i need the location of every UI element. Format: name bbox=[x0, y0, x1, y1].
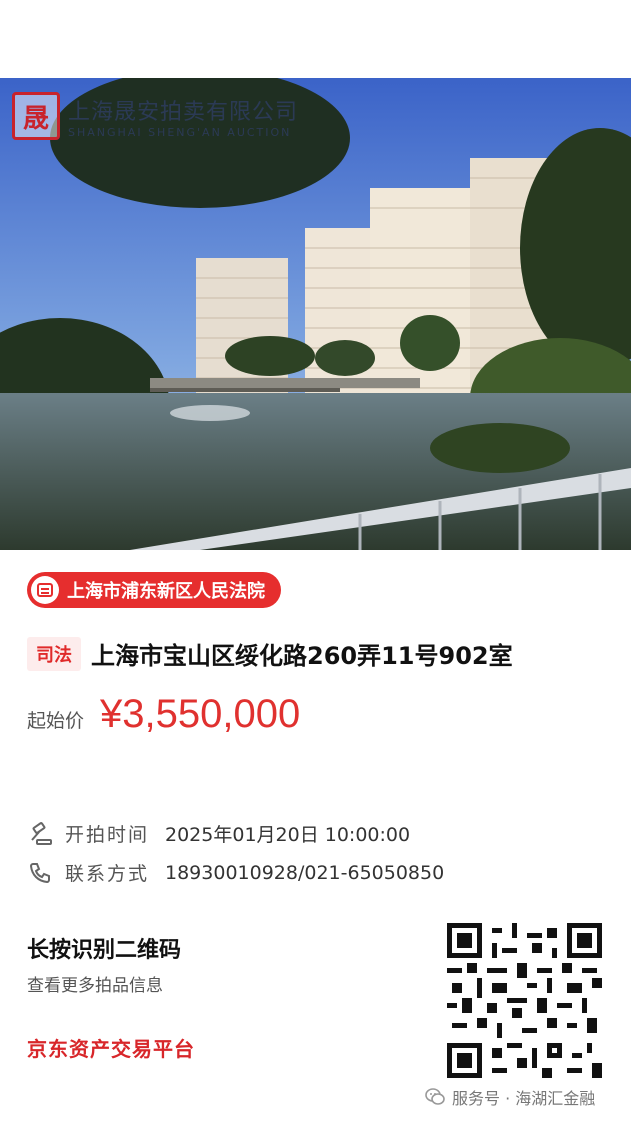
watermark-brand-cn: 上海晟安拍卖有限公司 bbox=[68, 99, 299, 125]
platform-name: 京东资产交易平台 bbox=[27, 1037, 195, 1061]
court-icon bbox=[31, 576, 59, 604]
footer-text: 服务号 · 海湖汇金融 bbox=[452, 1089, 596, 1108]
start-time-row: 开拍时间 2025年01月20日 10:00:00 bbox=[27, 820, 410, 847]
listing-address: 上海市宝山区绥化路260弄11号902室 bbox=[91, 642, 513, 670]
gavel-icon bbox=[31, 821, 52, 845]
court-badge: 上海市浦东新区人民法院 bbox=[27, 572, 281, 608]
watermark-brand-en: SHANGHAI SHENG'AN AUCTION bbox=[68, 125, 292, 139]
wechat-icon bbox=[425, 1088, 445, 1105]
contact-value: 18930010928/021-65050850 bbox=[165, 861, 445, 884]
starting-price: ¥3,550,000 bbox=[100, 692, 301, 736]
price-row: 起始价 ¥3,550,000 bbox=[27, 692, 300, 737]
property-photo bbox=[0, 78, 631, 550]
qr-title: 长按识别二维码 bbox=[27, 938, 182, 963]
phone-icon bbox=[29, 862, 50, 883]
start-time-value: 2025年01月20日 10:00:00 bbox=[165, 824, 411, 846]
auction-house-watermark: 晟 上海晟安拍卖有限公司 SHANGHAI SHENG'AN AUCTION bbox=[12, 92, 298, 140]
qr-subtitle: 查看更多拍品信息 bbox=[27, 976, 163, 996]
contact-label: 联系方式 bbox=[65, 863, 150, 885]
start-time-label: 开拍时间 bbox=[65, 824, 150, 846]
listing-title-row: 司法 上海市宝山区绥化路260弄11号902室 bbox=[27, 636, 513, 671]
contact-row: 联系方式 18930010928/021-65050850 bbox=[27, 859, 444, 886]
court-name: 上海市浦东新区人民法院 bbox=[67, 581, 265, 602]
price-label: 起始价 bbox=[27, 710, 85, 732]
account-footer: 服务号 · 海湖汇金融 bbox=[424, 1085, 595, 1109]
judicial-tag: 司法 bbox=[27, 636, 81, 671]
seal-logo-icon: 晟 bbox=[12, 92, 60, 140]
qr-code-icon[interactable] bbox=[447, 923, 602, 1078]
